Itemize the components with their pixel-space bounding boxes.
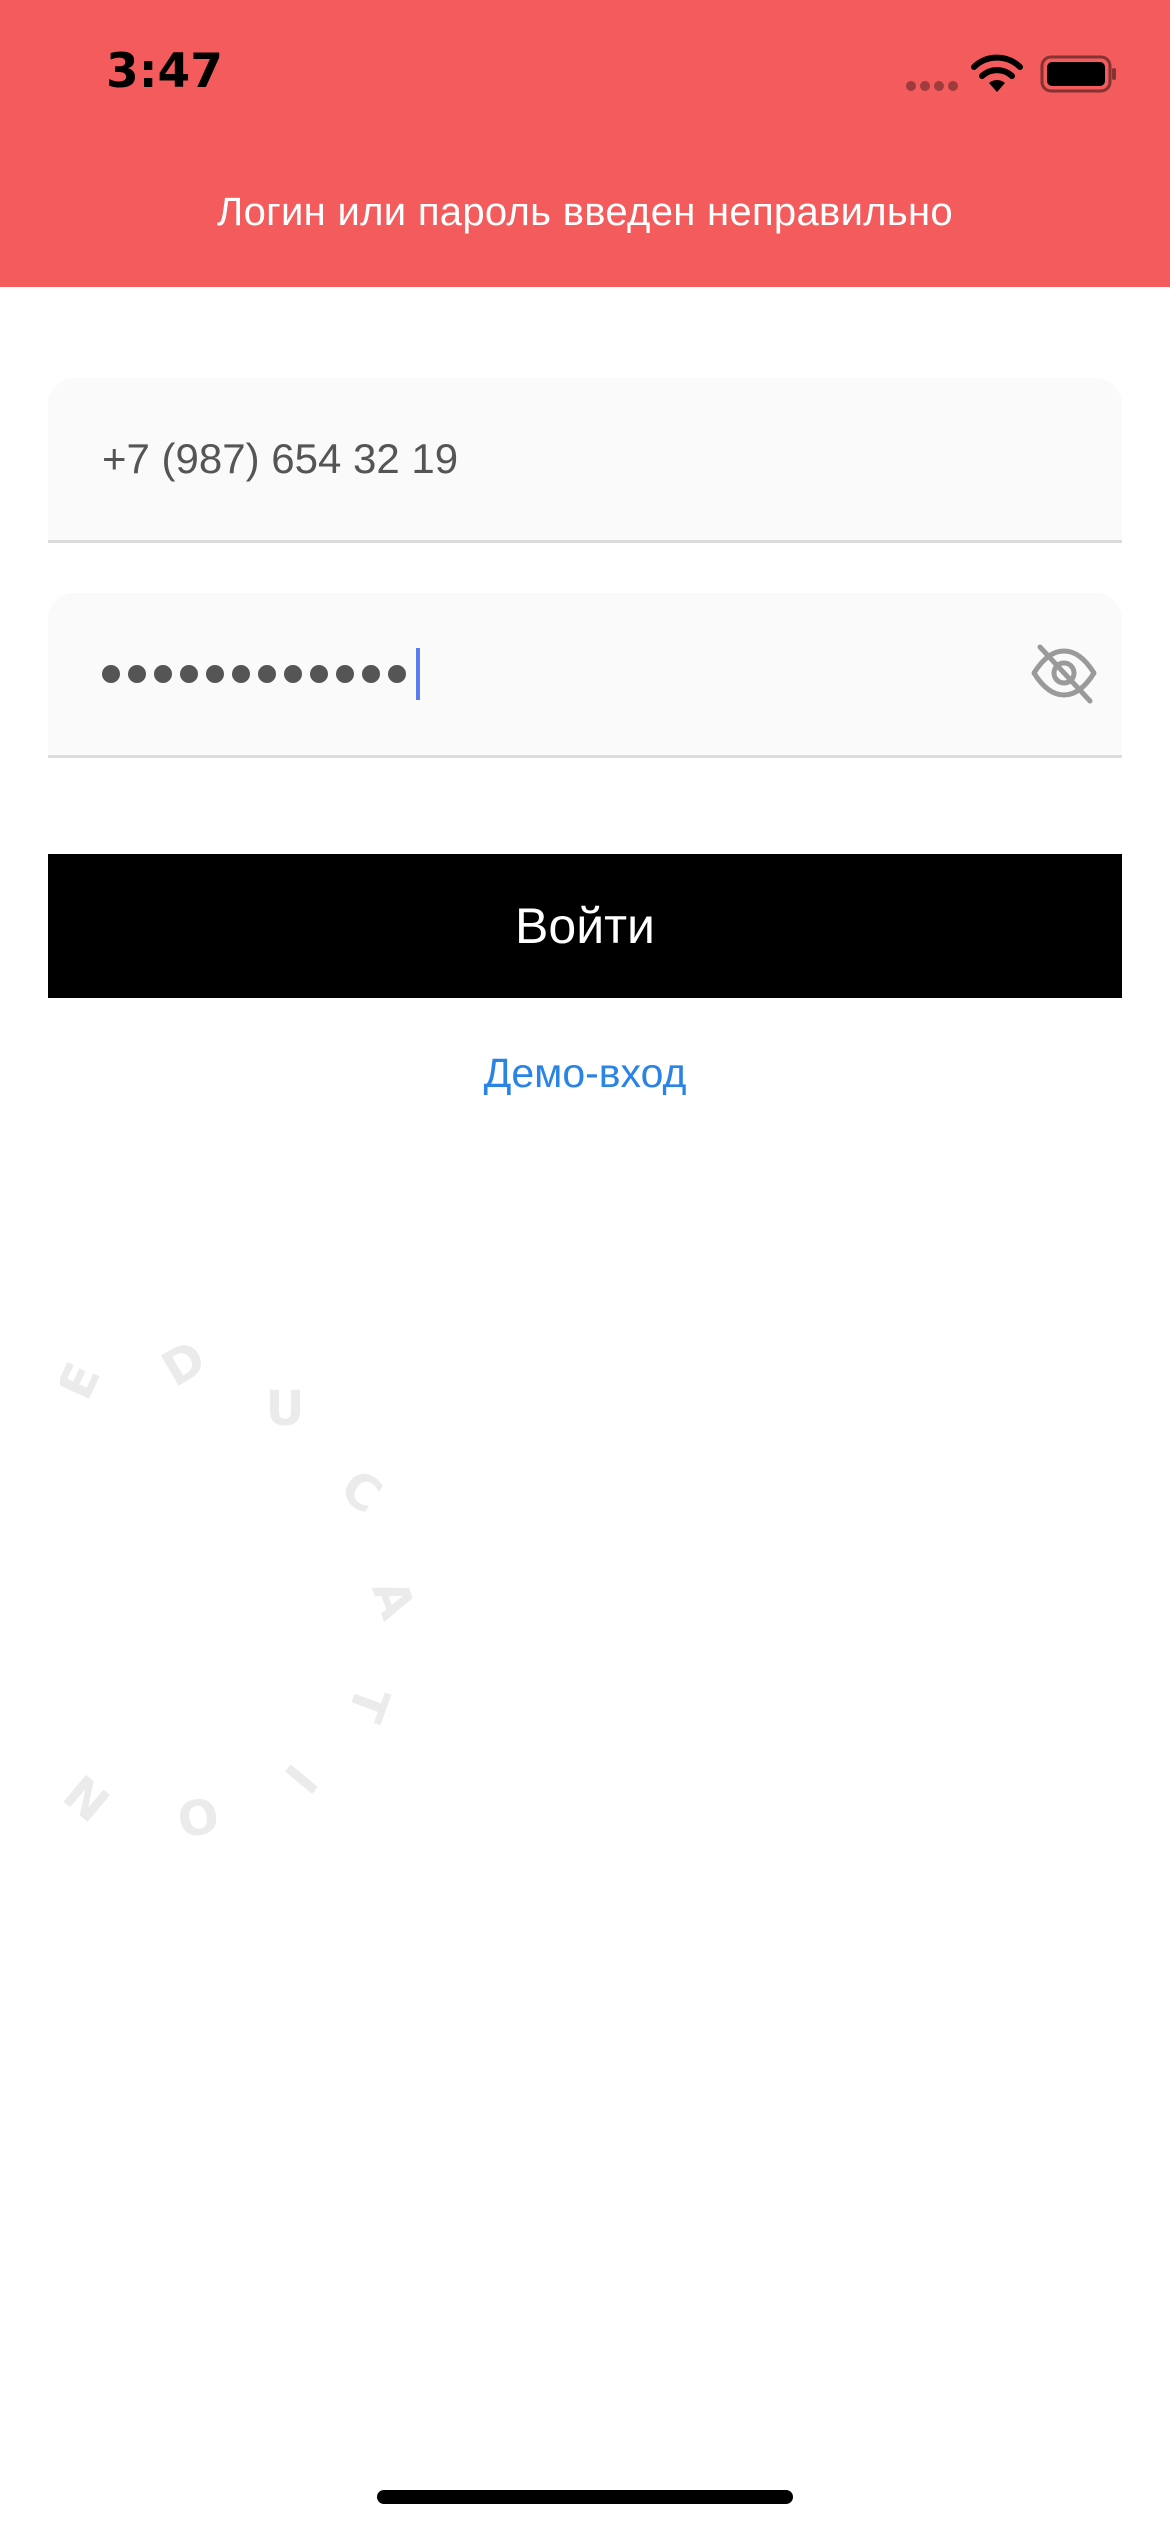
watermark-letter: O <box>173 1785 223 1847</box>
status-time: 3:47 <box>106 44 223 99</box>
cellular-signal-icon <box>906 81 958 91</box>
password-mask-dot <box>258 665 276 683</box>
password-mask-dot <box>128 665 146 683</box>
wifi-icon <box>971 54 1023 92</box>
password-input[interactable] <box>102 643 420 705</box>
watermark-letter: N <box>60 1763 121 1832</box>
error-message: Логин или пароль введен неправильно <box>217 190 953 234</box>
password-mask-dot <box>102 665 120 683</box>
watermark-letter: U <box>266 1381 305 1437</box>
password-mask-dot <box>154 665 172 683</box>
watermark-letter: E <box>60 1355 112 1408</box>
password-mask-dot <box>232 665 250 683</box>
watermark-letter: I <box>273 1753 327 1803</box>
battery-icon <box>1040 55 1116 93</box>
home-indicator[interactable] <box>377 2490 793 2504</box>
password-mask-dot <box>388 665 406 683</box>
watermark-letter: T <box>336 1679 400 1729</box>
password-mask-dot <box>206 665 224 683</box>
education-watermark: E D U C A T I O N <box>60 1330 420 1847</box>
password-field[interactable] <box>48 593 1122 758</box>
password-mask-dot <box>336 665 354 683</box>
password-mask-dot <box>284 665 302 683</box>
error-banner: 3:47 Логин или пароль введен неправильно <box>0 0 1170 287</box>
watermark-letter: A <box>360 1572 420 1626</box>
demo-login-link[interactable]: Демо-вход <box>0 1050 1170 1097</box>
password-mask-dot <box>310 665 328 683</box>
password-mask-dot <box>362 665 380 683</box>
password-mask-dot <box>180 665 198 683</box>
phone-field[interactable] <box>48 378 1122 543</box>
watermark-letter: C <box>331 1459 392 1525</box>
text-caret <box>416 648 420 700</box>
eye-off-icon[interactable] <box>1028 637 1100 709</box>
login-button[interactable]: Войти <box>48 854 1122 998</box>
watermark-letter: D <box>153 1330 216 1398</box>
phone-input[interactable] <box>102 378 1002 540</box>
